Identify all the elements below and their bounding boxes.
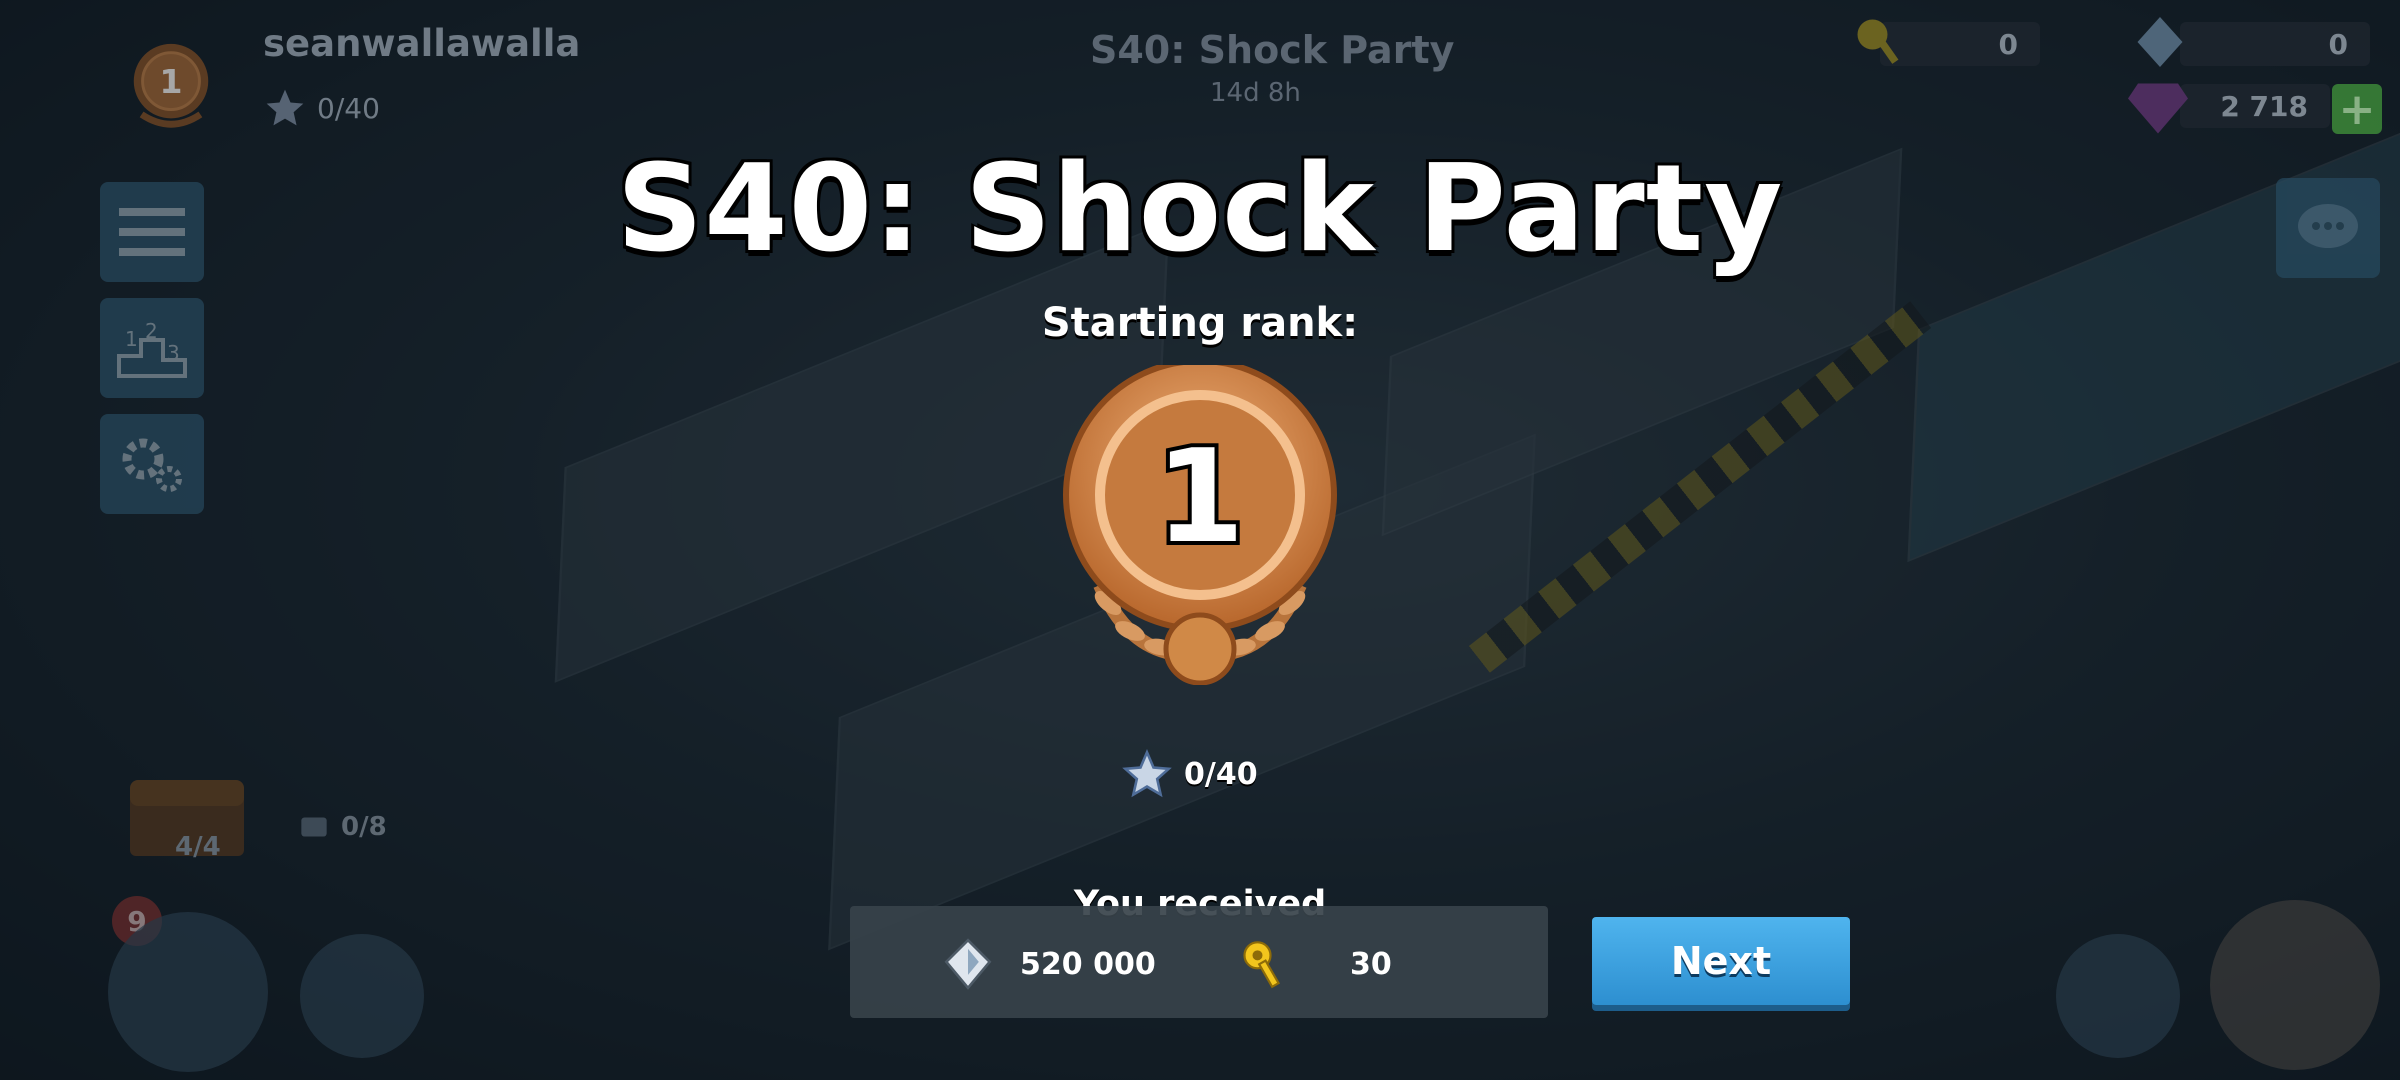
intel-count: 0	[2328, 27, 2348, 61]
key-icon	[1857, 19, 1899, 64]
season-title-hud: S40: Shock Party	[1090, 28, 1455, 72]
player-stars: 0/40	[263, 86, 380, 130]
player-rank-badge[interactable]: 1	[122, 38, 220, 136]
player-name: seanwallawalla	[263, 22, 581, 65]
chest-count: 4/4	[175, 832, 221, 862]
intel-icon	[2137, 17, 2183, 67]
season-stars: 0/40	[1120, 748, 1258, 800]
settings-button[interactable]	[100, 414, 204, 514]
parts-count: 0/8	[295, 808, 387, 846]
reward-intel-amount: 520 000	[1020, 946, 1156, 982]
rewards-panel: 520 000 30	[850, 906, 1548, 1018]
season-stars-count: 0/40	[1184, 756, 1258, 792]
diamond-icon	[2128, 83, 2188, 134]
key-count: 0	[1998, 27, 2018, 61]
season-title: S40: Shock Party	[616, 140, 1784, 279]
radar-button[interactable]	[2210, 900, 2380, 1070]
gear-icon	[122, 438, 182, 492]
intel-icon	[944, 938, 992, 990]
next-button[interactable]: Next	[1592, 917, 1850, 1005]
reward-intel: 520 000	[942, 938, 1156, 990]
player-rank-number: 1	[159, 62, 182, 101]
reward-keys-amount: 30	[1350, 946, 1392, 982]
diamond-counter: 2 718	[2180, 84, 2330, 128]
starting-rank-label: Starting rank:	[1041, 300, 1359, 346]
parts-count-value: 0/8	[341, 812, 387, 842]
troops-button[interactable]	[108, 912, 268, 1072]
reward-keys: 30	[1238, 938, 1392, 990]
player-stars-count: 0/40	[317, 91, 380, 125]
season-time-remaining: 14d 8h	[1210, 78, 1301, 108]
diamond-count: 2 718	[2220, 89, 2308, 123]
attack-button[interactable]	[300, 934, 424, 1058]
star-icon	[1122, 749, 1172, 798]
parts-icon	[301, 817, 327, 837]
rank-medal: 1	[1063, 365, 1337, 685]
rank-number: 1	[1155, 423, 1244, 572]
intel-counter: 0	[2180, 22, 2370, 66]
buy-diamonds-button[interactable]: +	[2332, 84, 2382, 135]
map-button[interactable]	[2056, 934, 2180, 1058]
key-icon	[1243, 941, 1281, 989]
star-icon	[266, 89, 304, 126]
